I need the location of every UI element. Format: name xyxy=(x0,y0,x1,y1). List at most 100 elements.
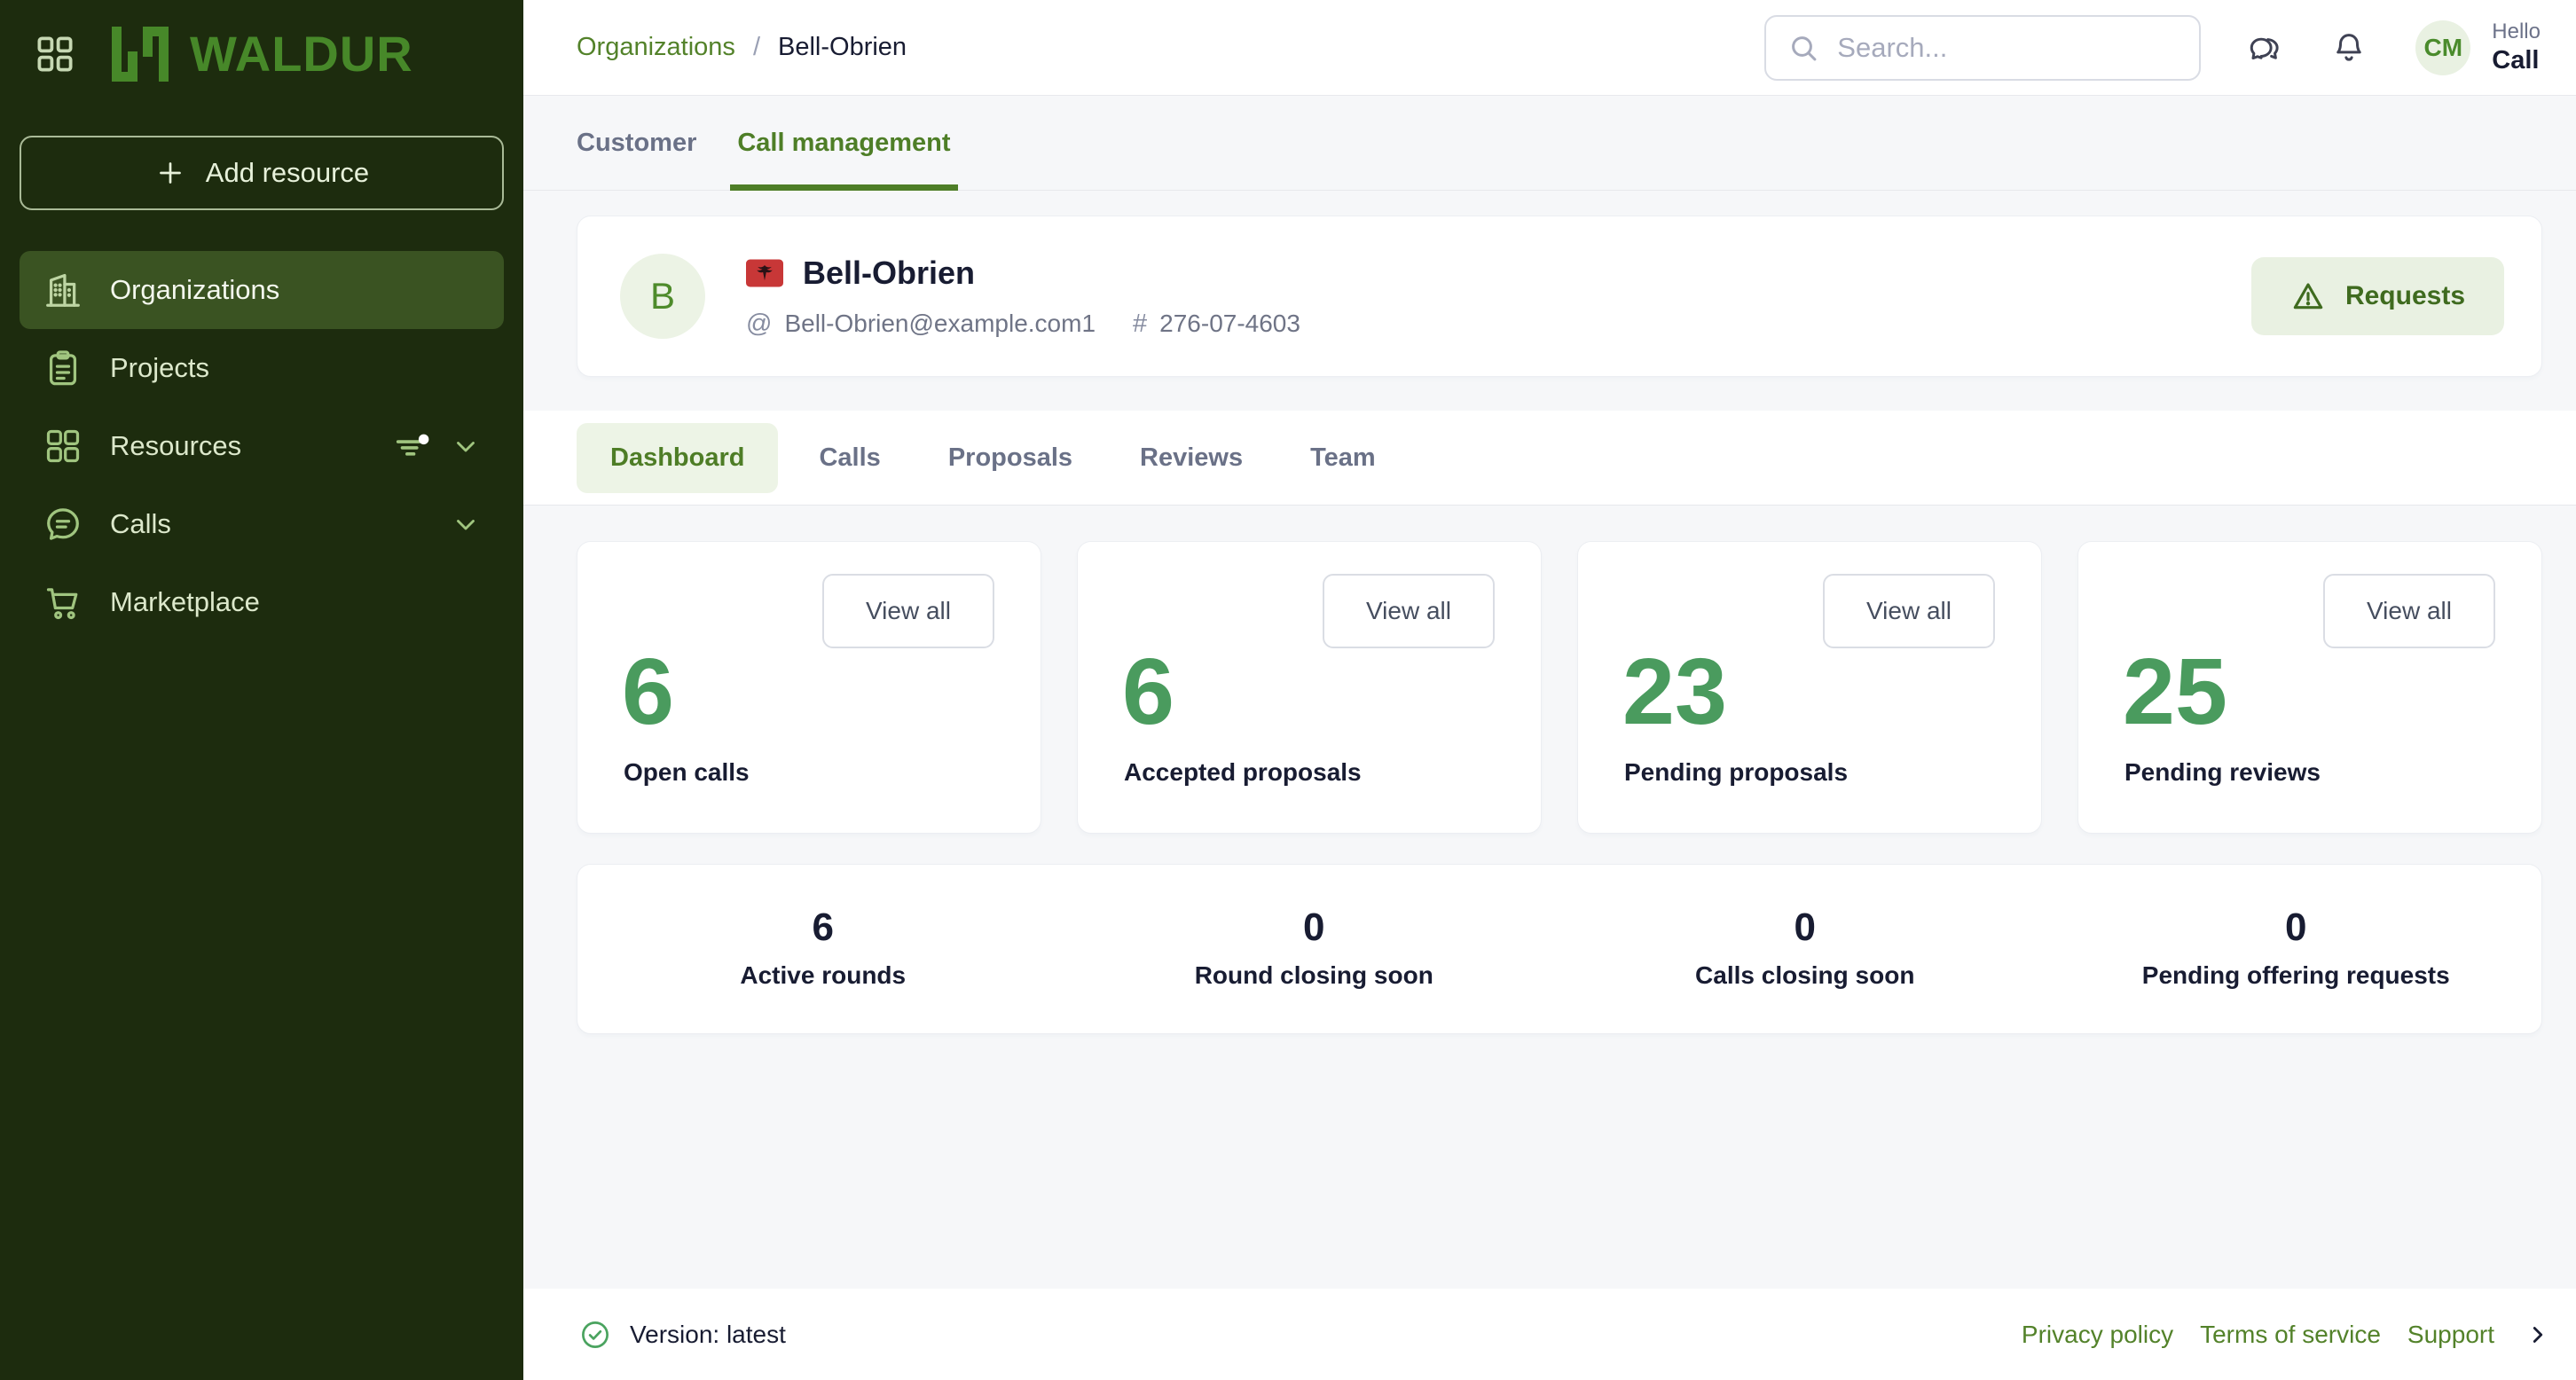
sidebar-item-organizations[interactable]: Organizations xyxy=(20,251,504,329)
waldur-app: WALDUR Add resource Organiz xyxy=(0,0,2576,1380)
version-info: Version: latest xyxy=(578,1318,786,1352)
footer: Version: latest Privacy policy Terms of … xyxy=(523,1289,2576,1380)
building-icon xyxy=(43,270,83,310)
sidebar-item-extras xyxy=(451,509,481,539)
filter-icon[interactable] xyxy=(392,426,433,467)
section-tabs: Dashboard Calls Proposals Reviews Team xyxy=(523,411,2576,506)
organization-email-value: Bell-Obrien@example.com1 xyxy=(784,310,1096,338)
topbar-right: CM Hello Call xyxy=(1764,15,2541,81)
sidebar: WALDUR Add resource Organiz xyxy=(0,0,523,1380)
search-box xyxy=(1764,15,2201,81)
support-link[interactable]: Support xyxy=(2407,1321,2494,1349)
at-sign-icon: @ xyxy=(746,310,772,339)
main-area: Organizations / Bell-Obrien xyxy=(523,0,2576,1380)
tab-call-management[interactable]: Call management xyxy=(737,96,950,190)
breadcrumb-organizations-link[interactable]: Organizations xyxy=(577,33,735,62)
sidebar-item-projects[interactable]: Projects xyxy=(20,329,504,407)
tab-customer[interactable]: Customer xyxy=(577,96,696,190)
stat-label: Pending proposals xyxy=(1624,758,1848,787)
stat-label: Open calls xyxy=(624,758,750,787)
breadcrumb: Organizations / Bell-Obrien xyxy=(577,33,907,62)
organization-avatar: B xyxy=(620,254,705,339)
sidebar-item-resources[interactable]: Resources xyxy=(20,407,504,485)
stat-value: 6 xyxy=(622,645,674,739)
dashboard-content: View all 6 Open calls View all 6 Accepte… xyxy=(523,506,2576,1289)
view-all-button[interactable]: View all xyxy=(1823,574,1995,648)
sidebar-item-marketplace[interactable]: Marketplace xyxy=(20,563,504,641)
bell-icon[interactable] xyxy=(2330,29,2368,67)
hash-icon: # xyxy=(1133,310,1147,339)
privacy-policy-link[interactable]: Privacy policy xyxy=(2022,1321,2173,1349)
clipboard-icon xyxy=(43,348,83,388)
sidebar-item-extras xyxy=(392,426,481,467)
version-text: Version: latest xyxy=(630,1321,786,1349)
chevron-right-icon[interactable] xyxy=(2525,1321,2551,1348)
grid-icon xyxy=(43,426,83,467)
stat-label: Pending reviews xyxy=(2124,758,2321,787)
stat-card-accepted-proposals: View all 6 Accepted proposals xyxy=(1077,541,1542,834)
sidebar-item-label: Resources xyxy=(110,430,241,462)
summary-value: 0 xyxy=(2285,908,2306,947)
stat-value: 23 xyxy=(1622,645,1727,739)
summary-value: 0 xyxy=(1795,908,1816,947)
sidebar-item-calls[interactable]: Calls xyxy=(20,485,504,563)
search-input[interactable] xyxy=(1837,32,2191,64)
summary-round-closing-soon: 0 Round closing soon xyxy=(1069,908,1560,990)
view-all-button[interactable]: View all xyxy=(822,574,994,648)
comment-icon xyxy=(43,504,83,545)
tab-proposals[interactable]: Proposals xyxy=(922,423,1099,493)
warning-triangle-icon xyxy=(2290,278,2326,314)
organization-name: Bell-Obrien xyxy=(803,255,975,292)
chat-icon[interactable] xyxy=(2247,29,2284,67)
breadcrumb-separator: / xyxy=(753,33,760,62)
user-name: Call xyxy=(2492,45,2541,76)
organization-email: @ Bell-Obrien@example.com1 xyxy=(746,310,1096,339)
summary-label: Round closing soon xyxy=(1195,961,1433,990)
check-circle-icon xyxy=(578,1318,612,1352)
chevron-down-icon xyxy=(451,431,481,461)
summary-active-rounds: 6 Active rounds xyxy=(577,908,1069,990)
add-resource-label: Add resource xyxy=(206,157,369,189)
avatar[interactable]: CM xyxy=(2415,20,2470,75)
stat-card-grid: View all 6 Open calls View all 6 Accepte… xyxy=(577,541,2542,834)
summary-value: 0 xyxy=(1303,908,1324,947)
footer-links: Privacy policy Terms of service Support xyxy=(2022,1321,2551,1349)
summary-label: Active rounds xyxy=(740,961,906,990)
summary-value: 6 xyxy=(813,908,834,947)
cart-icon xyxy=(43,582,83,623)
organization-abbreviation: # 276-07-4603 xyxy=(1133,310,1300,339)
sidebar-nav: Organizations Projects xyxy=(0,251,523,641)
stat-card-open-calls: View all 6 Open calls xyxy=(577,541,1041,834)
breadcrumb-current: Bell-Obrien xyxy=(778,33,907,62)
summary-card: 6 Active rounds 0 Round closing soon 0 C… xyxy=(577,864,2542,1034)
tab-calls[interactable]: Calls xyxy=(792,423,907,493)
sidebar-item-label: Marketplace xyxy=(110,586,260,618)
terms-of-service-link[interactable]: Terms of service xyxy=(2200,1321,2381,1349)
tab-team[interactable]: Team xyxy=(1284,423,1402,493)
waldur-logo[interactable]: WALDUR xyxy=(112,25,413,82)
plus-icon xyxy=(154,157,186,189)
requests-button[interactable]: Requests xyxy=(2251,257,2504,335)
stat-card-pending-proposals: View all 23 Pending proposals xyxy=(1577,541,2042,834)
view-all-button[interactable]: View all xyxy=(2323,574,2495,648)
sidebar-header: WALDUR xyxy=(0,0,523,100)
stat-value: 6 xyxy=(1122,645,1174,739)
organization-meta: @ Bell-Obrien@example.com1 # 276-07-4603 xyxy=(746,310,1300,339)
page-tabs: Customer Call management xyxy=(523,96,2576,191)
view-all-button[interactable]: View all xyxy=(1323,574,1495,648)
search-icon xyxy=(1787,32,1819,64)
waldur-logo-mark-icon xyxy=(112,27,169,82)
tab-dashboard[interactable]: Dashboard xyxy=(577,423,778,493)
stat-label: Accepted proposals xyxy=(1124,758,1362,787)
summary-label: Calls closing soon xyxy=(1695,961,1914,990)
sidebar-item-label: Organizations xyxy=(110,274,279,306)
tab-reviews[interactable]: Reviews xyxy=(1113,423,1269,493)
sidebar-item-label: Calls xyxy=(110,508,171,540)
albania-flag-icon xyxy=(746,259,783,287)
organization-section: B Bell-Obrien @ xyxy=(523,191,2576,411)
user-greeting: Hello Call xyxy=(2492,20,2541,76)
add-resource-button[interactable]: Add resource xyxy=(20,136,504,210)
apps-grid-icon[interactable] xyxy=(34,33,76,75)
summary-label: Pending offering requests xyxy=(2142,961,2450,990)
requests-label: Requests xyxy=(2345,281,2465,311)
